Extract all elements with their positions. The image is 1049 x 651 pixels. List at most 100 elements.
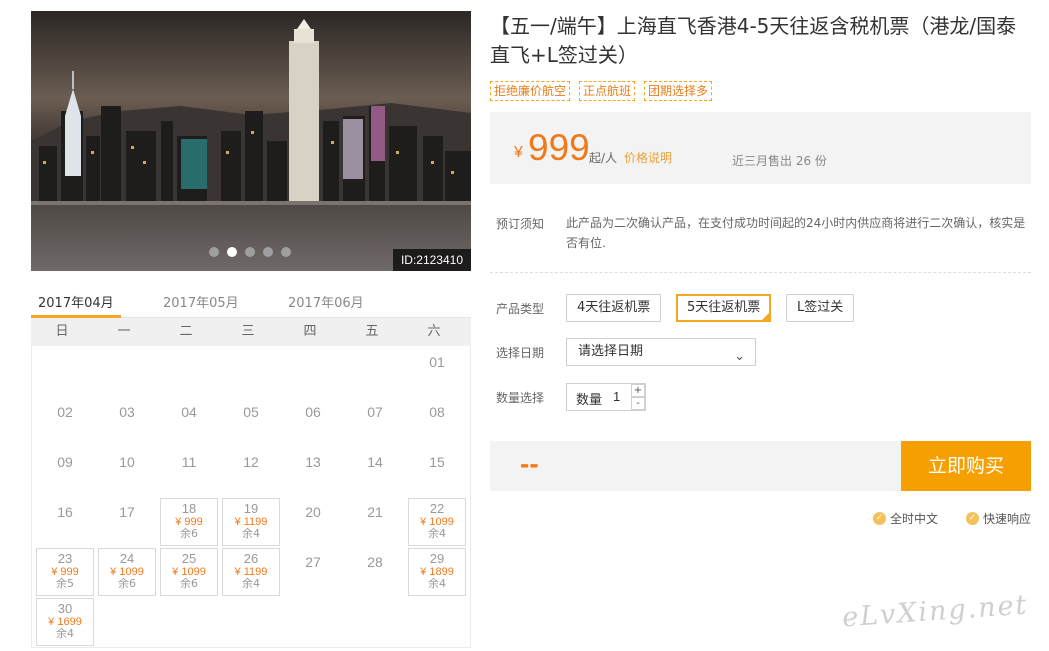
day-number: 28 [367, 554, 383, 570]
date-select-value: 请选择日期 [578, 344, 644, 359]
currency-symbol: ¥ [514, 144, 523, 161]
calendar-day[interactable]: 19 ¥ 1199 余4 [222, 498, 280, 546]
quantity-plus-button[interactable]: + [631, 384, 645, 397]
calendar-day[interactable]: 30 ¥ 1699 余4 [36, 598, 94, 646]
calendar-day[interactable]: 24 ¥ 1099 余6 [98, 548, 156, 596]
carousel-dot[interactable] [263, 247, 273, 257]
carousel-dot[interactable] [245, 247, 255, 257]
day-remaining: 余4 [242, 577, 260, 590]
notice-label: 预订须知 [496, 217, 545, 231]
quantity-minus-button[interactable]: - [631, 397, 645, 410]
day-number: 02 [57, 404, 73, 420]
weekday-fri: 五 [365, 324, 379, 339]
calendar-day[interactable]: 18 ¥ 999 余6 [160, 498, 218, 546]
calendar-day: 08 [408, 398, 466, 446]
day-number: 24 [119, 551, 135, 566]
watermark: eLvXing.net [841, 589, 1030, 634]
weekday-sun: 日 [55, 324, 69, 339]
calendar-day[interactable]: 26 ¥ 1199 余4 [222, 548, 280, 596]
calendar-day: 17 [98, 498, 156, 546]
buy-now-button[interactable]: 立即购买 [901, 441, 1031, 491]
day-remaining: 余4 [428, 527, 446, 540]
tab-month-3[interactable]: 2017年06月 [288, 292, 364, 311]
day-number: 17 [119, 504, 135, 520]
product-title: 【五一/端午】上海直飞香港4-5天往返含税机票（港龙/国泰直飞+L签过关） [490, 14, 1017, 67]
day-remaining: 余6 [180, 577, 198, 590]
guarantee-fast: ✓ 快速响应 [966, 510, 1031, 527]
calendar-day: 14 [346, 448, 404, 496]
carousel-dot[interactable] [209, 247, 219, 257]
day-number: 01 [429, 354, 445, 370]
day-number: 09 [57, 454, 73, 470]
calendar-day: 01 [408, 348, 466, 396]
hong-kong-skyline-photo [31, 11, 471, 271]
type-option-label: L签过关 [797, 300, 844, 315]
weekday-wed: 三 [241, 324, 255, 339]
calendar-day: 10 [98, 448, 156, 496]
product-photo-carousel[interactable]: ID:2123410 [31, 11, 471, 271]
check-icon: ✓ [966, 512, 979, 525]
weekday-sat: 六 [427, 324, 441, 339]
carousel-dot[interactable] [227, 247, 237, 257]
type-option-lvisa[interactable]: L签过关 [786, 294, 855, 322]
tag-no-budget-airline: 拒绝廉价航空 [490, 81, 571, 101]
divider [490, 272, 1031, 273]
tab-month-1[interactable]: 2017年04月 [38, 292, 114, 311]
calendar-day[interactable]: 25 ¥ 1099 余6 [160, 548, 218, 596]
day-number: 13 [305, 454, 321, 470]
day-number: 04 [181, 404, 197, 420]
date-select[interactable]: 请选择日期 ⌄ [566, 338, 756, 366]
day-number: 07 [367, 404, 383, 420]
day-number: 15 [429, 454, 445, 470]
tag-many-dates: 团期选择多 [644, 81, 713, 101]
active-month-indicator [31, 315, 121, 318]
product-tags: 拒绝廉价航空 正点航班 团期选择多 [490, 81, 713, 101]
calendar-day: 28 [346, 548, 404, 596]
price-explain-link[interactable]: 价格说明 [624, 149, 672, 166]
calendar-day: 12 [222, 448, 280, 496]
quantity-label: 数量选择 [496, 391, 545, 405]
weekday-thu: 四 [303, 324, 317, 339]
day-remaining: 余6 [180, 527, 198, 540]
tab-month-2[interactable]: 2017年05月 [163, 292, 239, 311]
day-number: 29 [429, 551, 445, 566]
price-unit: 起/人 [589, 151, 618, 165]
day-remaining: 余4 [56, 627, 74, 640]
calendar-day: 16 [36, 498, 94, 546]
guarantee-label: 全时中文 [890, 512, 939, 526]
calendar-day[interactable]: 23 ¥ 999 余5 [36, 548, 94, 596]
sold-count: 近三月售出 26 份 [732, 154, 827, 168]
calendar-day: 06 [284, 398, 342, 446]
day-number: 18 [181, 501, 197, 516]
calendar-day: 02 [36, 398, 94, 446]
weekday-header: 日 一 二 三 四 五 六 [31, 318, 471, 346]
total-price: -- [520, 448, 539, 479]
calendar-day: 03 [98, 398, 156, 446]
calendar-day: 09 [36, 448, 94, 496]
carousel-dots[interactable] [209, 247, 291, 257]
type-option-5day[interactable]: 5天往返机票 [676, 294, 772, 322]
calendar-day[interactable]: 29 ¥ 1899 余4 [408, 548, 466, 596]
calendar-day: 07 [346, 398, 404, 446]
carousel-dot[interactable] [281, 247, 291, 257]
day-number: 12 [243, 454, 259, 470]
day-remaining: 余6 [118, 577, 136, 590]
day-number: 25 [181, 551, 197, 566]
product-type-label: 产品类型 [496, 302, 545, 316]
day-number: 20 [305, 504, 321, 520]
notice-text: 此产品为二次确认产品，在支付成功时间起的24小时内供应商将进行二次确认，核实是否… [566, 216, 1026, 250]
day-number: 19 [243, 501, 259, 516]
check-icon: ✓ [873, 512, 886, 525]
calendar-day: 20 [284, 498, 342, 546]
day-number: 22 [429, 501, 445, 516]
calendar-day: 15 [408, 448, 466, 496]
type-option-4day[interactable]: 4天往返机票 [566, 294, 662, 322]
chevron-down-icon: ⌄ [734, 349, 745, 364]
day-number: 23 [57, 551, 73, 566]
guarantee-chinese: ✓ 全时中文 [873, 510, 938, 527]
calendar-day[interactable]: 22 ¥ 1099 余4 [408, 498, 466, 546]
calendar-day: 04 [160, 398, 218, 446]
day-number: 11 [181, 454, 197, 470]
quantity-value[interactable]: 1 [613, 389, 620, 404]
image-id-label: ID:2123410 [392, 249, 471, 271]
